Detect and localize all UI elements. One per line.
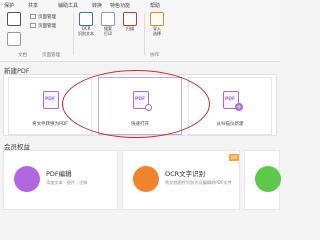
menu-bar: 保护 共享 辅助工具 转换 特色功能 帮助 bbox=[0, 0, 280, 10]
menu-share[interactable]: 共享 bbox=[28, 2, 38, 9]
plus-icon: + bbox=[235, 103, 243, 111]
menu-features[interactable]: 特色功能 bbox=[110, 2, 130, 9]
pdf-search-icon: PDF bbox=[133, 91, 152, 111]
page-icon bbox=[7, 32, 21, 46]
toolbar-small-row-2[interactable]: 页面管理 bbox=[30, 23, 56, 29]
page-manage-icon bbox=[30, 14, 36, 19]
magnifier-icon bbox=[145, 104, 152, 111]
group-label-pages: 页面管理 bbox=[42, 53, 60, 58]
toolbar-button-2[interactable] bbox=[4, 32, 24, 46]
toolbar-small-row-1[interactable]: 页面管理 bbox=[30, 14, 56, 20]
member-card-sign[interactable] bbox=[244, 150, 281, 210]
card-convert-to-pdf[interactable]: PDF 将文件转换为PDF bbox=[8, 77, 92, 135]
card-label: 快速打开 bbox=[131, 122, 149, 127]
member-card-ocr[interactable]: OCR文字识别 将文档图片识别为可编辑的PDF文件 VIP bbox=[122, 150, 240, 210]
menu-protect[interactable]: 保护 bbox=[4, 2, 14, 9]
menu-convert[interactable]: 转换 bbox=[92, 2, 102, 9]
member-card-desc: 将文档图片识别为可编辑的PDF文件 bbox=[165, 180, 232, 185]
card-label: 将文件转换为PDF bbox=[32, 122, 68, 127]
search-icon bbox=[101, 12, 115, 26]
pdf-add-icon: PDF + bbox=[223, 91, 243, 111]
new-pdf-panel: PDF 将文件转换为PDF PDF 快速打开 PDF + 从扫描仪新建 bbox=[3, 74, 277, 136]
scan-icon bbox=[123, 12, 137, 26]
member-panel: PDF编辑 添加文本 · 图片 · 注释 OCR文字识别 将文档图片识别为可编辑… bbox=[3, 150, 281, 210]
pencil-icon bbox=[14, 166, 40, 192]
toolbar-button-1[interactable] bbox=[4, 12, 24, 26]
pdf-file-icon: PDF bbox=[43, 91, 59, 109]
member-card-pdf-edit[interactable]: PDF编辑 添加文本 · 图片 · 注释 bbox=[3, 150, 118, 210]
member-card-title: OCR文字识别 bbox=[165, 170, 206, 178]
group-label-document: 文档 bbox=[18, 53, 27, 58]
card-new-from-scanner[interactable]: PDF + 从扫描仪新建 bbox=[188, 77, 272, 135]
toolbar-scan-button[interactable]: 扫描 bbox=[120, 12, 140, 31]
member-card-desc: 添加文本 · 图片 · 注释 bbox=[46, 180, 88, 185]
toolbar-import-button[interactable]: 导入 选择 bbox=[147, 12, 167, 36]
import-icon bbox=[150, 12, 164, 26]
pen-icon bbox=[255, 166, 281, 192]
card-quick-open[interactable]: PDF 快速打开 bbox=[98, 77, 182, 135]
member-card-title: PDF编辑 bbox=[46, 170, 72, 178]
menu-help[interactable]: 帮助 bbox=[150, 2, 160, 9]
menu-tools[interactable]: 辅助工具 bbox=[58, 2, 78, 9]
toolbar-ocr-button[interactable]: OCR 识别文本 bbox=[76, 12, 96, 36]
ocr-icon bbox=[133, 166, 159, 192]
page-manage-icon bbox=[30, 23, 36, 28]
group-label-collab: 协作 bbox=[150, 53, 159, 58]
toolbar-divider bbox=[73, 13, 74, 55]
toolbar: 页面管理 页面管理 OCR 识别文本 搜索 打印 扫描 导入 选择 文档 页面管… bbox=[0, 10, 280, 62]
toolbar-divider bbox=[144, 13, 145, 55]
ocr-icon bbox=[79, 12, 93, 26]
vip-badge: VIP bbox=[228, 154, 239, 161]
card-label: 从扫描仪新建 bbox=[216, 122, 244, 127]
document-icon bbox=[7, 12, 21, 26]
toolbar-search-button[interactable]: 搜索 打印 bbox=[98, 12, 118, 36]
